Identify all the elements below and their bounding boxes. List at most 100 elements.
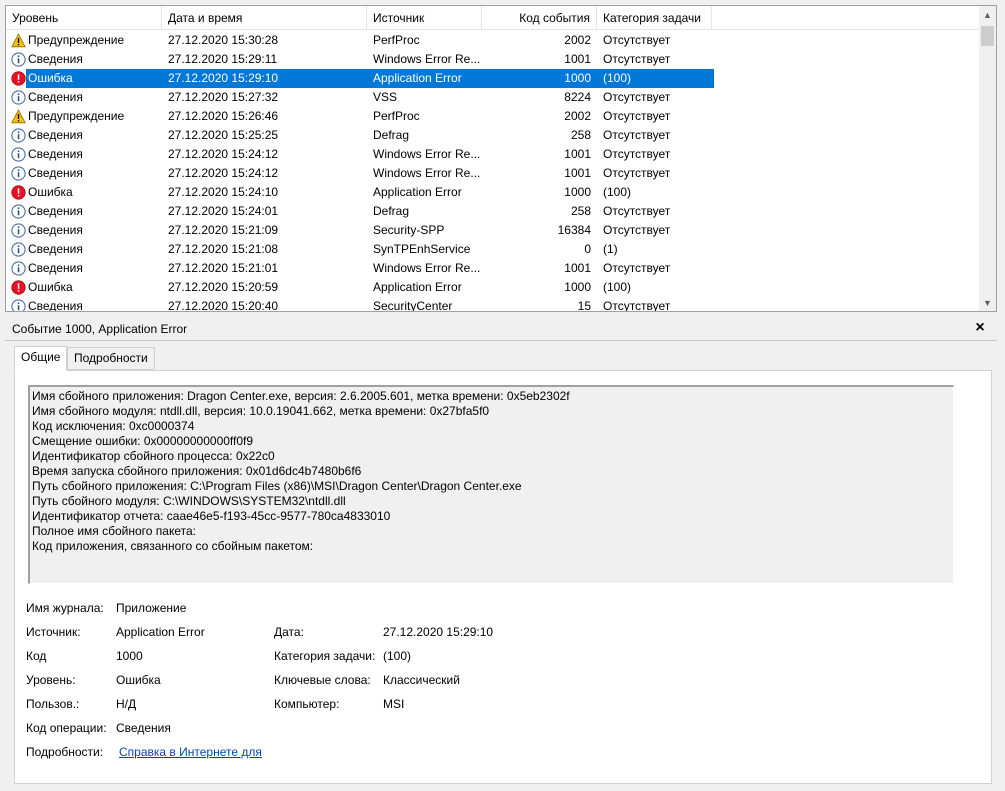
cell-level: Сведения bbox=[28, 90, 83, 104]
table-row[interactable]: Ошибка 27.12.2020 15:20:59 Application Err… bbox=[6, 278, 982, 297]
cell-datetime: 27.12.2020 15:21:08 bbox=[168, 242, 279, 256]
table-row[interactable]: Сведения 27.12.2020 15:20:40 SecurityCente… bbox=[6, 297, 982, 311]
info-icon bbox=[11, 52, 26, 67]
opcode-value: Сведения bbox=[116, 721, 171, 735]
table-row[interactable]: Сведения 27.12.2020 15:29:11 Windows Error… bbox=[6, 50, 982, 69]
scroll-up-arrow-icon[interactable]: ▲ bbox=[979, 6, 996, 23]
category-label: Категория задачи: bbox=[274, 649, 376, 663]
cell-source: Windows Error Re... bbox=[373, 166, 481, 180]
cell-category: (1) bbox=[603, 242, 618, 256]
table-row[interactable]: Предупреждение 27.12.2020 15:30:28 PerfPro… bbox=[6, 31, 982, 50]
cell-source: Application Error bbox=[373, 185, 462, 199]
vertical-scrollbar[interactable]: ▲ ▼ bbox=[979, 6, 996, 311]
cell-source: Application Error bbox=[373, 71, 462, 85]
tab-details[interactable]: Подробности bbox=[67, 347, 155, 370]
table-row[interactable]: Сведения 27.12.2020 15:27:32 VSS 8224 Отсутс… bbox=[6, 88, 982, 107]
cell-level: Сведения bbox=[28, 147, 83, 161]
cell-level: Предупреждение bbox=[28, 109, 125, 123]
event-list[interactable]: Уровень Дата и время Источник Код событи… bbox=[5, 5, 997, 312]
description-line: Путь сбойного приложения: C:\Program Fil… bbox=[32, 479, 522, 493]
level-label: Уровень: bbox=[26, 673, 76, 687]
cell-event-id: 1001 bbox=[564, 166, 591, 180]
opcode-label: Код операции: bbox=[26, 721, 107, 735]
table-row[interactable]: Ошибка 27.12.2020 15:29:10 Application Err… bbox=[6, 69, 982, 88]
cell-level: Ошибка bbox=[28, 280, 73, 294]
cell-level: Сведения bbox=[28, 242, 83, 256]
level-value: Ошибка bbox=[116, 673, 161, 687]
description-line: Идентификатор сбойного процесса: 0x22c0 bbox=[32, 449, 275, 463]
cell-level: Предупреждение bbox=[28, 33, 125, 47]
cell-source: Security-SPP bbox=[373, 223, 445, 237]
description-line: Смещение ошибки: 0x00000000000ff0f9 bbox=[32, 434, 254, 448]
description-line: Имя сбойного приложения: Dragon Center.e… bbox=[32, 389, 570, 403]
scrollbar-thumb[interactable] bbox=[981, 26, 994, 46]
description-line: Имя сбойного модуля: ntdll.dll, версия: … bbox=[32, 404, 490, 418]
pane-divider[interactable] bbox=[5, 340, 997, 341]
table-row[interactable]: Сведения 27.12.2020 15:21:09 Security-SPP 1… bbox=[6, 221, 982, 240]
cell-event-id: 2002 bbox=[564, 109, 591, 123]
cell-datetime: 27.12.2020 15:26:46 bbox=[168, 109, 279, 123]
table-row[interactable]: Сведения 27.12.2020 15:25:25 Defrag 258 Отсу… bbox=[6, 126, 982, 145]
description-line: Код приложения, связанного со сбойным па… bbox=[32, 539, 314, 553]
scroll-down-arrow-icon[interactable]: ▼ bbox=[979, 294, 996, 311]
event-description[interactable]: Имя сбойного приложения: Dragon Center.e… bbox=[28, 385, 954, 584]
cell-datetime: 27.12.2020 15:21:01 bbox=[168, 261, 279, 275]
cell-level: Ошибка bbox=[28, 185, 73, 199]
column-header-source[interactable]: Источник bbox=[367, 6, 482, 30]
cell-level: Сведения bbox=[28, 204, 83, 218]
info-icon bbox=[11, 128, 26, 143]
info-icon bbox=[11, 90, 26, 105]
column-header-datetime[interactable]: Дата и время bbox=[162, 6, 367, 30]
table-row[interactable]: Ошибка 27.12.2020 15:24:10 Application Err… bbox=[6, 183, 982, 202]
cell-category: (100) bbox=[603, 280, 632, 294]
cell-category: Отсутствует bbox=[603, 90, 671, 104]
column-header-event-id[interactable]: Код события bbox=[482, 6, 597, 30]
column-header-category[interactable]: Категория задачи bbox=[597, 6, 712, 30]
cell-category: Отсутствует bbox=[603, 261, 671, 275]
table-row[interactable]: Сведения 27.12.2020 15:24:12 Windows Error… bbox=[6, 145, 982, 164]
description-line: Время запуска сбойного приложения: 0x01d… bbox=[32, 464, 362, 478]
user-value: Н/Д bbox=[116, 697, 137, 711]
close-icon[interactable]: × bbox=[970, 318, 990, 338]
cell-event-id: 8224 bbox=[564, 90, 591, 104]
tab-general[interactable]: Общие bbox=[14, 346, 68, 371]
description-line: Путь сбойного модуля: C:\WINDOWS\SYSTEM3… bbox=[32, 494, 346, 508]
table-row[interactable]: Предупреждение 27.12.2020 15:26:46 PerfPro… bbox=[6, 107, 982, 126]
cell-source: VSS bbox=[373, 90, 398, 104]
event-detail-title: Событие 1000, Application Error bbox=[12, 322, 188, 336]
cell-source: PerfProc bbox=[373, 33, 420, 47]
category-value: (100) bbox=[383, 649, 412, 663]
table-row[interactable]: Сведения 27.12.2020 15:21:08 SynTPEnhServi… bbox=[6, 240, 982, 259]
description-line: Полное имя сбойного пакета: bbox=[32, 524, 197, 538]
cell-source: Windows Error Re... bbox=[373, 261, 481, 275]
cell-datetime: 27.12.2020 15:24:01 bbox=[168, 204, 279, 218]
column-header-level[interactable]: Уровень bbox=[6, 6, 162, 30]
info-icon bbox=[11, 166, 26, 181]
table-row[interactable]: Сведения 27.12.2020 15:21:01 Windows Error… bbox=[6, 259, 982, 278]
keywords-value: Классический bbox=[383, 673, 460, 687]
info-icon bbox=[11, 223, 26, 238]
log-name-label: Имя журнала: bbox=[26, 601, 104, 615]
more-info-label: Подробности: bbox=[26, 745, 104, 759]
more-info-link[interactable]: Справка в Интернете для bbox=[119, 744, 262, 760]
cell-datetime: 27.12.2020 15:30:28 bbox=[168, 33, 279, 47]
cell-level: Сведения bbox=[28, 128, 83, 142]
date-label: Дата: bbox=[274, 625, 304, 639]
table-row[interactable]: Сведения 27.12.2020 15:24:12 Windows Error… bbox=[6, 164, 982, 183]
cell-datetime: 27.12.2020 15:21:09 bbox=[168, 223, 279, 237]
date-value: 27.12.2020 15:29:10 bbox=[383, 625, 494, 639]
cell-category: Отсутствует bbox=[603, 166, 671, 180]
cell-event-id: 1000 bbox=[564, 71, 591, 85]
cell-category: Отсутствует bbox=[603, 52, 671, 66]
cell-category: (100) bbox=[603, 71, 632, 85]
table-row[interactable]: Сведения 27.12.2020 15:24:01 Defrag 258 Отсу… bbox=[6, 202, 982, 221]
cell-datetime: 27.12.2020 15:24:12 bbox=[168, 166, 279, 180]
warning-icon bbox=[11, 109, 26, 124]
cell-event-id: 1001 bbox=[564, 52, 591, 66]
warning-icon bbox=[11, 33, 26, 48]
cell-source: Defrag bbox=[373, 128, 410, 142]
code-label: Код bbox=[26, 649, 47, 663]
log-name-value: Приложение bbox=[116, 601, 187, 615]
info-icon bbox=[11, 204, 26, 219]
cell-event-id: 16384 bbox=[557, 223, 591, 237]
